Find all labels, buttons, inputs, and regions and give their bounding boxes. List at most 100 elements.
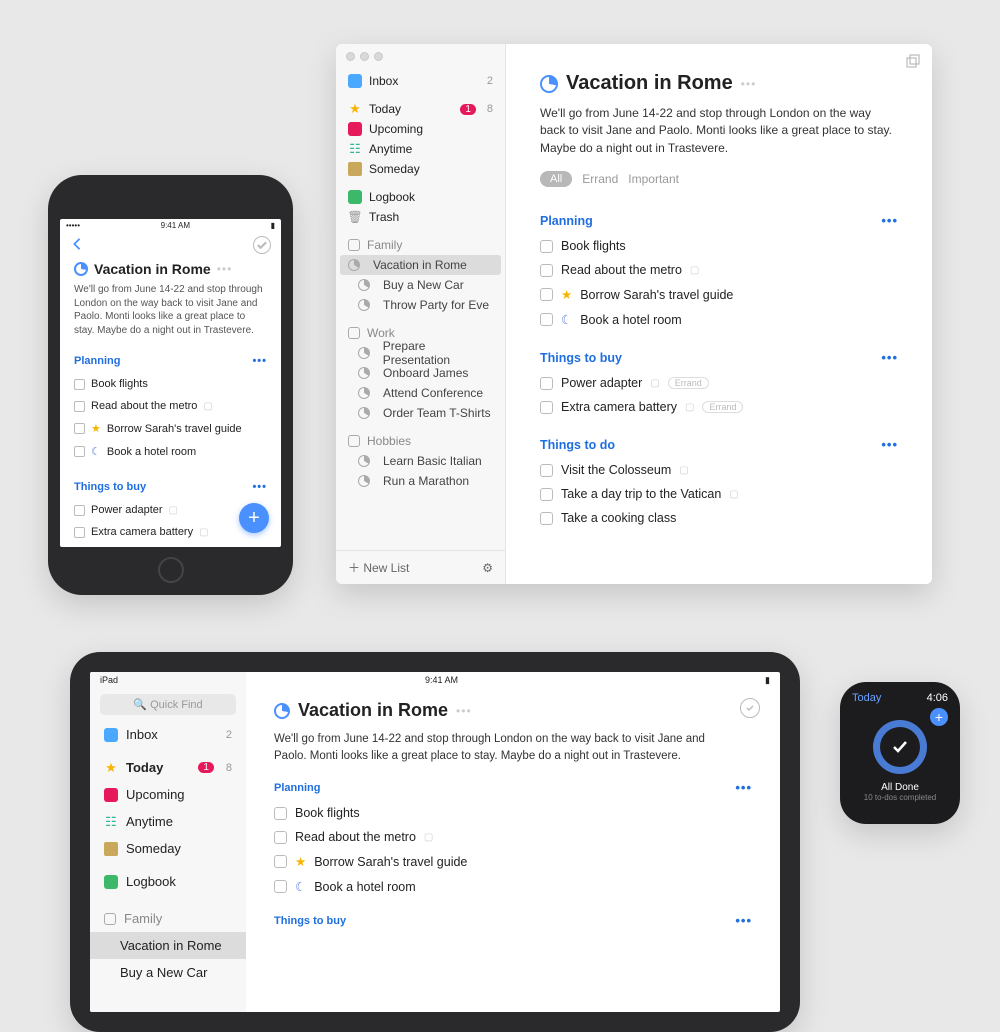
section-more-icon[interactable]: ••• [252, 481, 267, 493]
sidebar-area-family[interactable]: Family [336, 235, 505, 255]
moon-icon: ☾ [91, 445, 101, 458]
sidebar-project-vacation[interactable]: Vacation in Rome [90, 932, 246, 959]
share-icon[interactable] [906, 54, 920, 71]
sidebar-project-vacation[interactable]: Vacation in Rome [340, 255, 501, 275]
task-row[interactable]: Visit the Colosseum▢ [540, 458, 898, 482]
moon-icon: ☾ [561, 312, 572, 327]
title-more-icon[interactable]: ••• [741, 77, 757, 91]
sidebar-item-trash[interactable]: 🗑Trash [336, 207, 505, 227]
task-row[interactable]: Take a day trip to the Vatican▢ [540, 482, 898, 506]
checkbox-icon[interactable] [540, 401, 553, 414]
section-planning-header[interactable]: Planning [274, 782, 320, 794]
add-button[interactable]: + [930, 708, 948, 726]
task-row[interactable]: Take a cooking class [540, 506, 898, 530]
sidebar-item-someday[interactable]: Someday [90, 835, 246, 862]
sidebar-item-logbook[interactable]: Logbook [90, 868, 246, 895]
sidebar-item-someday[interactable]: Someday [336, 159, 505, 179]
checkbox-icon[interactable] [540, 488, 553, 501]
checkbox-icon[interactable] [74, 401, 85, 412]
area-icon [104, 913, 116, 925]
task-row[interactable]: Book flights [540, 234, 898, 258]
checkbox-icon[interactable] [540, 313, 553, 326]
checkbox-icon[interactable] [274, 880, 287, 893]
section-planning-header[interactable]: Planning [74, 355, 120, 367]
checkbox-icon[interactable] [540, 240, 553, 253]
checkbox-icon[interactable] [274, 831, 287, 844]
task-row[interactable]: ☾Book a hotel room [274, 874, 752, 899]
sidebar-project[interactable]: Throw Party for Eve [336, 295, 505, 315]
section-buy-header[interactable]: Things to buy [274, 915, 346, 927]
task-row[interactable]: Extra camera battery▢ [74, 521, 267, 543]
check-circle-icon[interactable] [740, 698, 760, 718]
checkbox-icon[interactable] [540, 264, 553, 277]
task-row[interactable]: ☾Book a hotel room [74, 440, 267, 463]
section-more-icon[interactable]: ••• [881, 350, 898, 365]
sidebar-item-inbox[interactable]: Inbox2 [90, 721, 246, 748]
section-buy-header[interactable]: Things to buy [540, 351, 622, 365]
sidebar-area-hobbies[interactable]: Hobbies [336, 431, 505, 451]
task-row[interactable]: Extra camera battery▢Errand [540, 395, 898, 419]
section-buy-header[interactable]: Things to buy [74, 481, 146, 493]
task-row[interactable]: ☾Book a hotel room [540, 307, 898, 332]
back-button[interactable] [70, 237, 84, 254]
sidebar-project[interactable]: Attend Conference [336, 383, 505, 403]
checkbox-icon[interactable] [274, 855, 287, 868]
check-circle-icon[interactable] [253, 236, 271, 254]
window-controls[interactable] [336, 44, 505, 69]
sidebar-project[interactable]: Order Team T-Shirts [336, 403, 505, 423]
task-row[interactable]: ★Borrow Sarah's travel guide [540, 282, 898, 307]
sidebar-project[interactable]: Buy a New Car [90, 959, 246, 986]
section-more-icon[interactable]: ••• [735, 780, 752, 795]
tag-filter-all[interactable]: All [540, 171, 572, 187]
task-row[interactable]: Book flights [74, 373, 267, 395]
checkbox-icon[interactable] [74, 446, 85, 457]
task-row[interactable]: ★Borrow Sarah's travel guide [274, 849, 752, 874]
sidebar-area-family[interactable]: Family [90, 905, 246, 932]
section-do-header[interactable]: Things to do [540, 438, 615, 452]
task-row[interactable]: ★Borrow Sarah's travel guide [74, 417, 267, 440]
section-more-icon[interactable]: ••• [881, 437, 898, 452]
checkbox-icon[interactable] [540, 288, 553, 301]
sidebar-item-anytime[interactable]: ☷Anytime [90, 808, 246, 835]
checkbox-icon[interactable] [74, 423, 85, 434]
checkbox-icon[interactable] [540, 512, 553, 525]
tag-filter-important[interactable]: Important [628, 172, 679, 186]
tag-filter-errand[interactable]: Errand [582, 172, 618, 186]
checkbox-icon[interactable] [540, 377, 553, 390]
sidebar-item-logbook[interactable]: Logbook [336, 187, 505, 207]
sidebar-item-today[interactable]: ★Today18 [90, 754, 246, 781]
settings-icon[interactable]: ⚙ [482, 561, 493, 575]
new-list-button[interactable]: ＋ New List [348, 559, 409, 576]
checkbox-icon[interactable] [74, 527, 85, 538]
signal-icon: ••••• [66, 221, 80, 231]
task-row[interactable]: Read about the metro▢ [274, 825, 752, 849]
section-planning-header[interactable]: Planning [540, 214, 593, 228]
checkbox-icon[interactable] [74, 505, 85, 516]
sidebar-project[interactable]: Run a Marathon [336, 471, 505, 491]
sidebar-item-upcoming[interactable]: Upcoming [90, 781, 246, 808]
section-more-icon[interactable]: ••• [881, 213, 898, 228]
task-row[interactable]: Read about the metro▢ [74, 395, 267, 417]
home-button[interactable] [158, 557, 184, 583]
title-more-icon[interactable]: ••• [217, 262, 233, 276]
sidebar-item-inbox[interactable]: Inbox2 [336, 71, 505, 91]
checkbox-icon[interactable] [540, 464, 553, 477]
sidebar-project[interactable]: Buy a New Car [336, 275, 505, 295]
quick-find-input[interactable]: 🔍 Quick Find [100, 694, 236, 715]
sidebar-project[interactable]: Learn Basic Italian [336, 451, 505, 471]
task-row[interactable]: Read about the metro▢ [540, 258, 898, 282]
sidebar-project[interactable]: Prepare Presentation [336, 343, 505, 363]
checkbox-icon[interactable] [274, 807, 287, 820]
checkbox-icon[interactable] [74, 379, 85, 390]
title-more-icon[interactable]: ••• [456, 704, 472, 718]
section-more-icon[interactable]: ••• [252, 355, 267, 367]
project-title: Vacation in Rome [566, 72, 733, 95]
sidebar-item-upcoming[interactable]: Upcoming [336, 119, 505, 139]
note-icon: ▢ [690, 265, 699, 276]
task-row[interactable]: Power adapter▢Errand [540, 371, 898, 395]
section-more-icon[interactable]: ••• [735, 913, 752, 928]
add-task-button[interactable]: + [239, 503, 269, 533]
sidebar-item-anytime[interactable]: ☷Anytime [336, 139, 505, 159]
task-row[interactable]: Book flights [274, 801, 752, 825]
sidebar-item-today[interactable]: ★Today18 [336, 99, 505, 119]
